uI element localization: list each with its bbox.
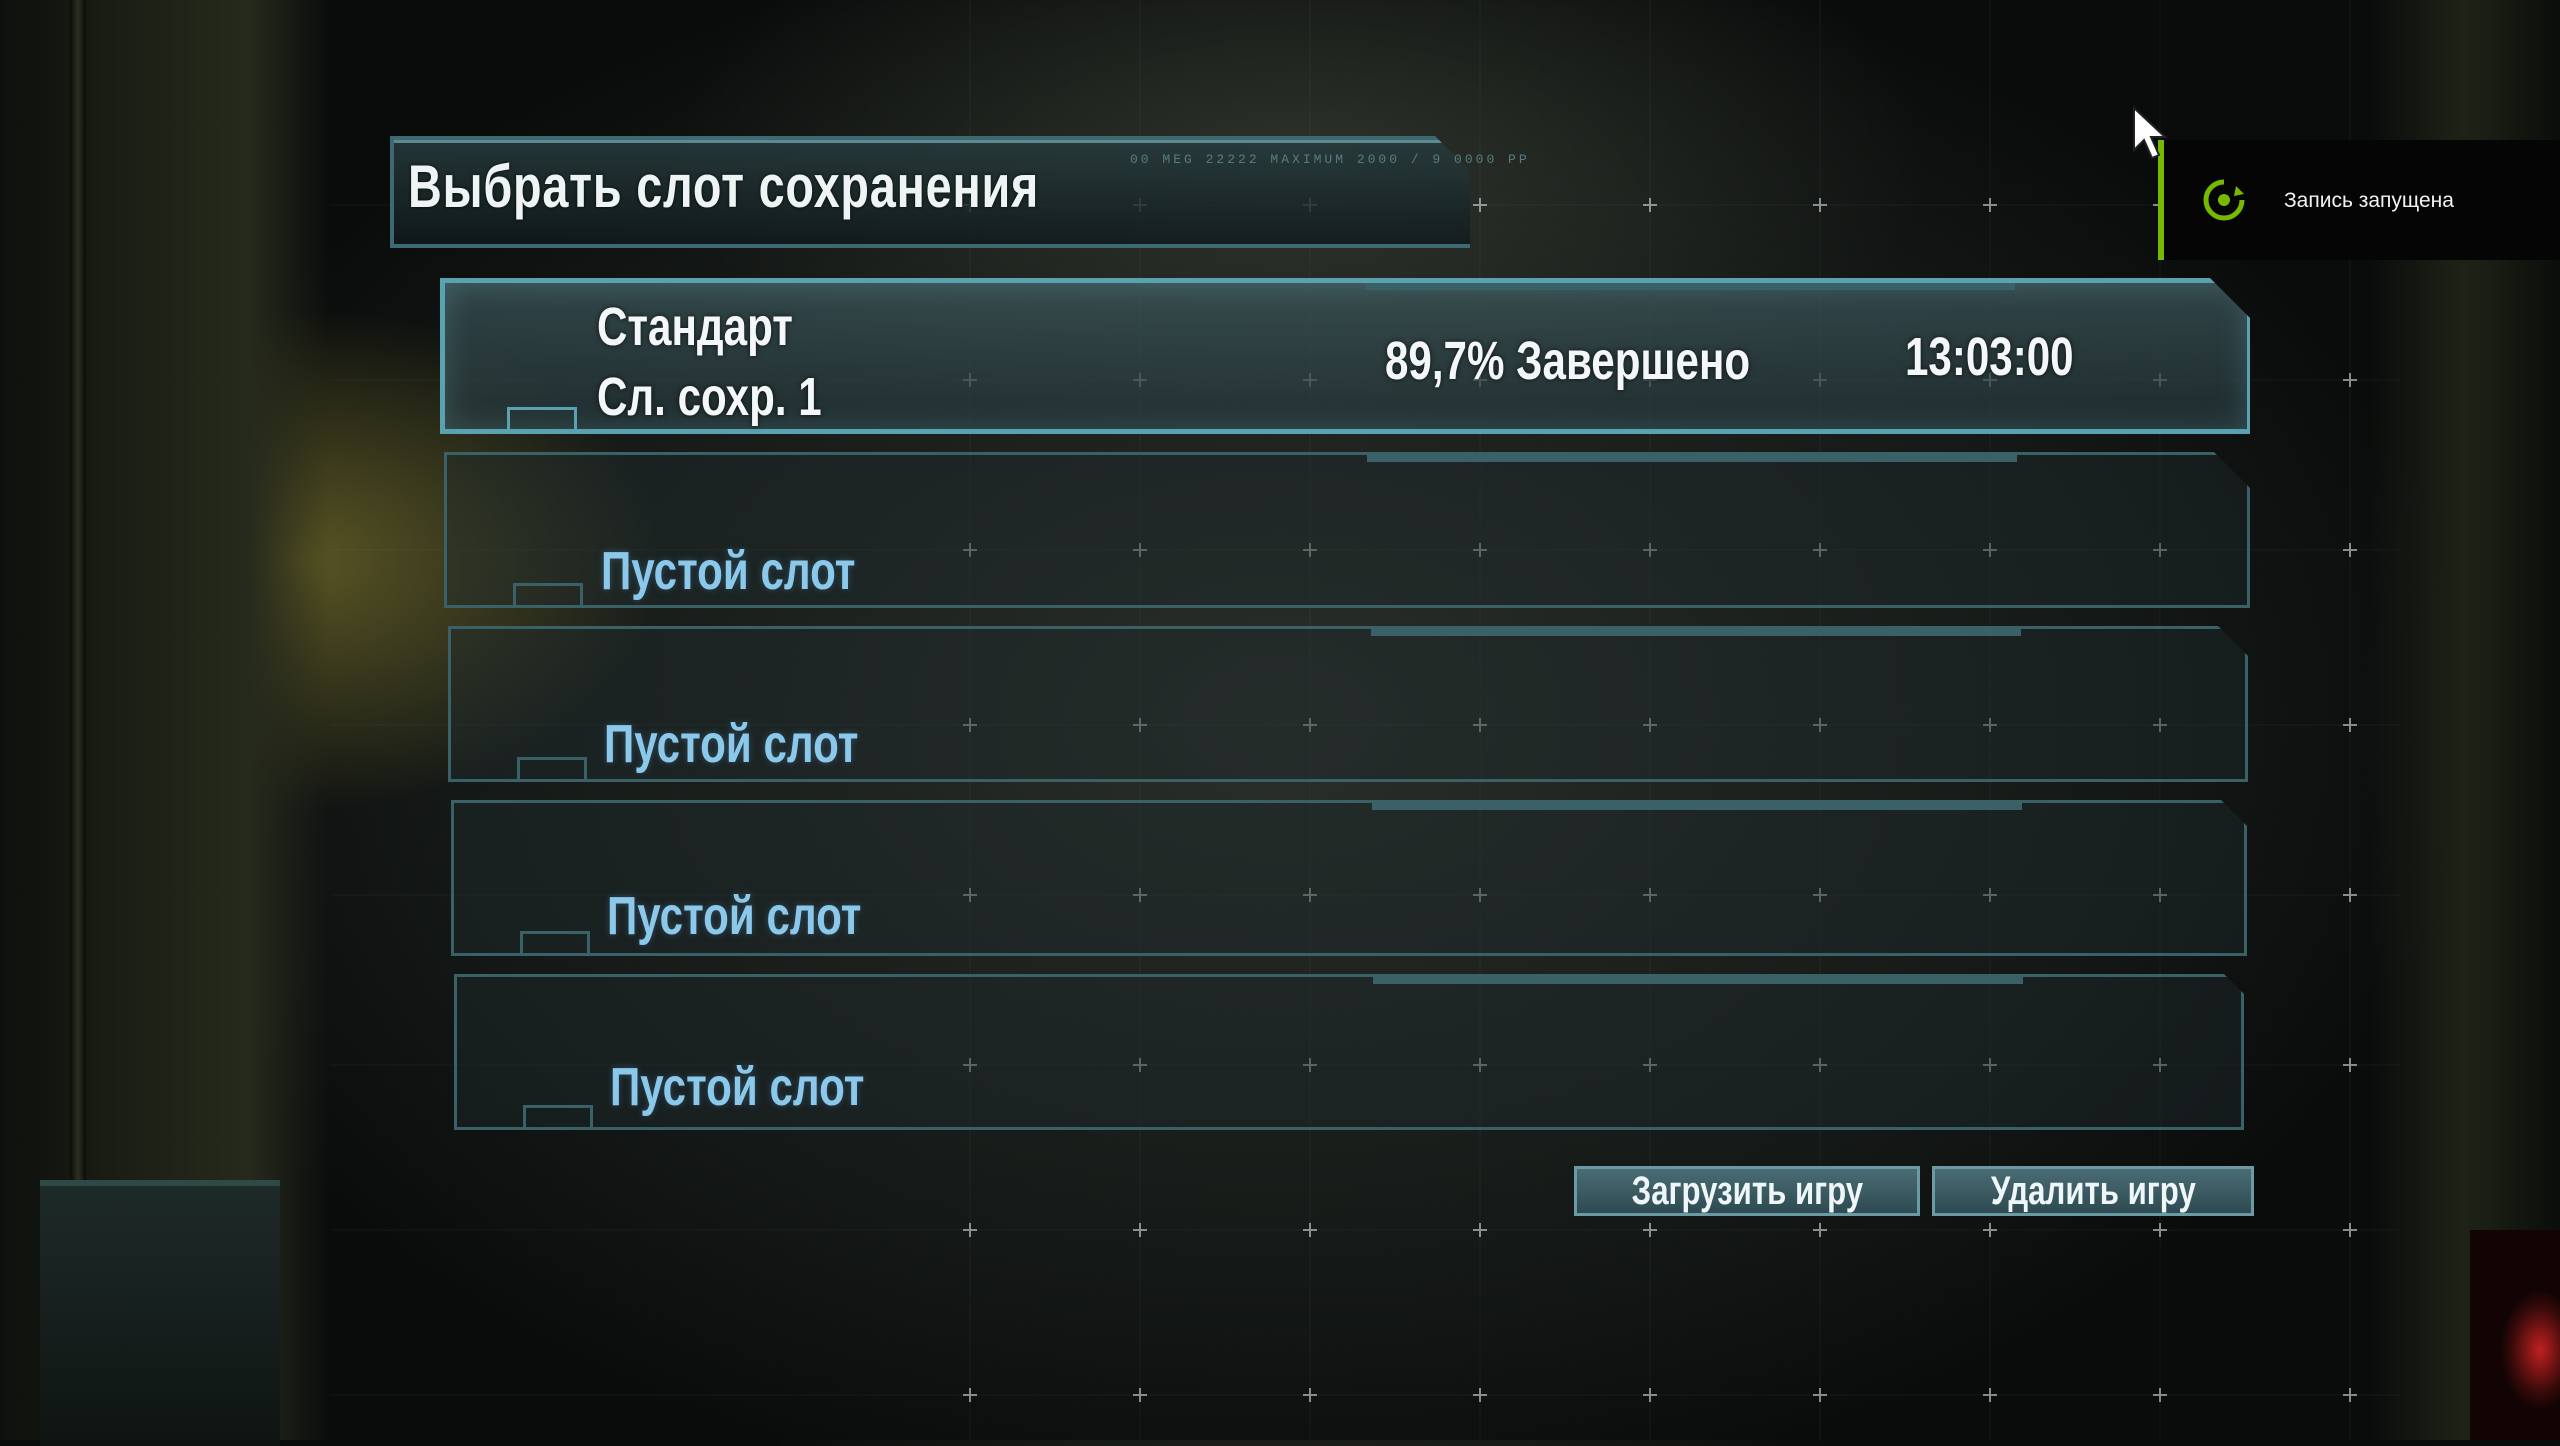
mouse-cursor-icon — [2133, 106, 2168, 160]
grid-cross — [1133, 1223, 1147, 1237]
grid-cross — [1473, 1388, 1487, 1402]
notification-text: Запись запущена — [2284, 189, 2454, 212]
save-slot-2-label: Пустой слот — [601, 541, 856, 601]
slot-notch — [513, 583, 583, 605]
grid-cross — [2343, 543, 2357, 557]
grid-cross — [963, 1223, 977, 1237]
save-slot-1-playtime: 13:03:00 — [1905, 327, 2074, 387]
slot-notch — [517, 757, 587, 779]
grid-cross — [2343, 1388, 2357, 1402]
slot-top-accent — [1367, 455, 2017, 462]
load-game-button[interactable]: Загрузить игру — [1574, 1166, 1920, 1216]
title-panel-decor-text: 00 MEG 22222 MAXIMUM 2000 / 9 0000 PP — [1130, 152, 1530, 167]
slot-top-accent — [1372, 803, 2022, 810]
grid-cross — [1643, 198, 1657, 212]
load-game-button-label: Загрузить игру — [1631, 1168, 1863, 1213]
delete-game-button[interactable]: Удалить игру — [1932, 1166, 2254, 1216]
page-title: Выбрать слот сохранения — [408, 153, 1040, 220]
grid-cross — [1813, 1388, 1827, 1402]
grid-cross — [1133, 1388, 1147, 1402]
slot-top-accent — [1371, 629, 2021, 636]
grid-cross — [1813, 198, 1827, 212]
grid-cross — [1983, 198, 1997, 212]
slot-notch — [520, 931, 590, 953]
save-slot-3-label: Пустой слот — [604, 714, 859, 774]
grid-cross — [2343, 1223, 2357, 1237]
grid-cross — [2343, 1058, 2357, 1072]
left-machinery-frame — [0, 0, 330, 1446]
record-icon — [2203, 179, 2245, 221]
grid-cross — [1643, 1223, 1657, 1237]
delete-game-button-label: Удалить игру — [1990, 1168, 2196, 1213]
slot-notch — [507, 407, 577, 429]
save-slot-4-label: Пустой слот — [607, 886, 862, 946]
grid-cross — [1813, 1223, 1827, 1237]
grid-cross — [963, 1388, 977, 1402]
slot-top-accent — [1373, 977, 2023, 984]
grid-cross — [2153, 1223, 2167, 1237]
slot-top-accent — [1365, 283, 2015, 290]
grid-cross — [1303, 1223, 1317, 1237]
save-slot-5-label: Пустой слот — [610, 1057, 865, 1117]
save-slot-1-difficulty: Стандарт — [597, 297, 793, 357]
grid-cross — [1983, 1388, 1997, 1402]
save-slot-1-progress: 89,7% Завершено — [1385, 331, 1751, 391]
grid-cross — [1303, 1388, 1317, 1402]
grid-cross — [1473, 198, 1487, 212]
grid-cross — [1643, 1388, 1657, 1402]
slot-notch — [523, 1105, 593, 1127]
grid-cross — [2343, 718, 2357, 732]
grid-cross — [2343, 373, 2357, 387]
grid-cross — [2153, 1388, 2167, 1402]
grid-cross — [1473, 1223, 1487, 1237]
grid-cross — [2343, 888, 2357, 902]
save-slot-1-name: Сл. сохр. 1 — [597, 367, 822, 427]
grid-cross — [1983, 1223, 1997, 1237]
